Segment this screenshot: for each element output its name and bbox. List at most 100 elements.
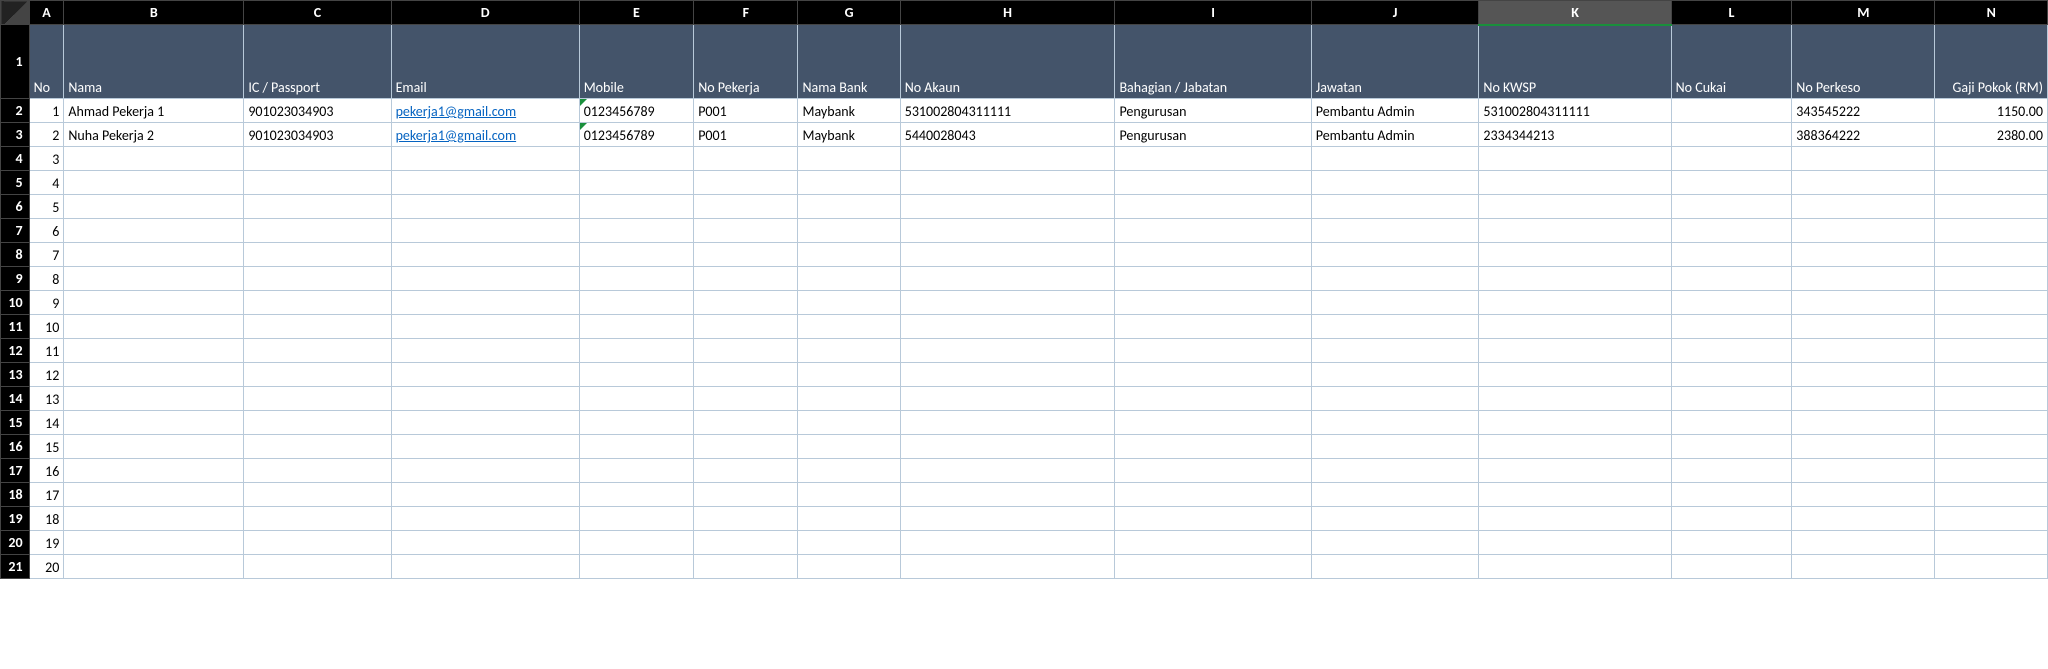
hdr-email[interactable]: Email [391, 25, 579, 99]
cell[interactable] [1115, 267, 1311, 291]
cell-no[interactable]: 14 [29, 411, 64, 435]
cell[interactable] [1479, 267, 1671, 291]
cell[interactable] [1792, 267, 1935, 291]
cell[interactable] [1792, 339, 1935, 363]
cell-no[interactable]: 18 [29, 507, 64, 531]
cell[interactable] [1792, 171, 1935, 195]
cell[interactable] [64, 459, 244, 483]
row-header-15[interactable]: 15 [1, 411, 30, 435]
cell[interactable] [579, 243, 694, 267]
cell[interactable] [1479, 315, 1671, 339]
cell[interactable] [1479, 339, 1671, 363]
cell[interactable] [1479, 219, 1671, 243]
cell[interactable] [1479, 171, 1671, 195]
cell[interactable] [798, 195, 900, 219]
col-header-M[interactable]: M [1792, 1, 1935, 25]
hdr-bank[interactable]: Nama Bank [798, 25, 900, 99]
hdr-ic[interactable]: IC / Passport [244, 25, 391, 99]
cell[interactable] [579, 171, 694, 195]
row-header-3[interactable]: 3 [1, 123, 30, 147]
cell[interactable] [1115, 555, 1311, 579]
row-header-20[interactable]: 20 [1, 531, 30, 555]
cell[interactable] [244, 243, 391, 267]
row-header-4[interactable]: 4 [1, 147, 30, 171]
cell[interactable] [64, 219, 244, 243]
cell[interactable] [1115, 171, 1311, 195]
cell[interactable] [900, 291, 1115, 315]
row-header-5[interactable]: 5 [1, 171, 30, 195]
cell-email[interactable]: pekerja1@gmail.com [391, 123, 579, 147]
cell-mobile[interactable]: 0123456789 [579, 123, 694, 147]
cell[interactable] [1115, 147, 1311, 171]
hdr-jawatan[interactable]: Jawatan [1311, 25, 1479, 99]
cell-nopekerja[interactable]: P001 [694, 123, 798, 147]
cell[interactable] [1671, 363, 1792, 387]
cell[interactable] [798, 363, 900, 387]
row-header-12[interactable]: 12 [1, 339, 30, 363]
cell[interactable] [244, 315, 391, 339]
cell[interactable] [798, 147, 900, 171]
cell[interactable] [1792, 411, 1935, 435]
cell[interactable] [391, 267, 579, 291]
cell-no[interactable]: 6 [29, 219, 64, 243]
cell[interactable] [1935, 339, 2048, 363]
row-header-16[interactable]: 16 [1, 435, 30, 459]
hdr-kwsp[interactable]: No KWSP [1479, 25, 1671, 99]
cell[interactable] [1115, 435, 1311, 459]
cell-bahagian[interactable]: Pengurusan [1115, 99, 1311, 123]
cell[interactable] [798, 555, 900, 579]
cell[interactable] [1671, 243, 1792, 267]
cell[interactable] [694, 243, 798, 267]
cell[interactable] [1311, 267, 1479, 291]
row-header-19[interactable]: 19 [1, 507, 30, 531]
cell[interactable] [1115, 483, 1311, 507]
cell-jawatan[interactable]: Pembantu Admin [1311, 123, 1479, 147]
cell[interactable] [1311, 147, 1479, 171]
row-header-21[interactable]: 21 [1, 555, 30, 579]
col-header-B[interactable]: B [64, 1, 244, 25]
hdr-cukai[interactable]: No Cukai [1671, 25, 1792, 99]
cell-bank[interactable]: Maybank [798, 123, 900, 147]
cell[interactable] [1479, 195, 1671, 219]
cell[interactable] [244, 435, 391, 459]
cell[interactable] [64, 555, 244, 579]
cell[interactable] [1311, 363, 1479, 387]
cell[interactable] [1792, 435, 1935, 459]
cell-cukai[interactable] [1671, 99, 1792, 123]
cell[interactable] [244, 147, 391, 171]
cell[interactable] [1479, 147, 1671, 171]
cell-nama[interactable]: Ahmad Pekerja 1 [64, 99, 244, 123]
cell[interactable] [1115, 195, 1311, 219]
cell[interactable] [1479, 411, 1671, 435]
cell[interactable] [64, 195, 244, 219]
cell[interactable] [1311, 483, 1479, 507]
cell[interactable] [1792, 195, 1935, 219]
cell[interactable] [391, 243, 579, 267]
cell[interactable] [1311, 555, 1479, 579]
cell[interactable] [694, 459, 798, 483]
cell[interactable] [798, 315, 900, 339]
cell-perkeso[interactable]: 388364222 [1792, 123, 1935, 147]
row-header-6[interactable]: 6 [1, 195, 30, 219]
cell-mobile[interactable]: 0123456789 [579, 99, 694, 123]
cell[interactable] [900, 411, 1115, 435]
cell[interactable] [391, 411, 579, 435]
cell[interactable] [1671, 315, 1792, 339]
cell[interactable] [1671, 387, 1792, 411]
cell-no[interactable]: 20 [29, 555, 64, 579]
cell[interactable] [694, 435, 798, 459]
cell[interactable] [1935, 363, 2048, 387]
cell[interactable] [798, 267, 900, 291]
row-header-18[interactable]: 18 [1, 483, 30, 507]
cell[interactable] [694, 195, 798, 219]
col-header-G[interactable]: G [798, 1, 900, 25]
cell[interactable] [391, 339, 579, 363]
cell[interactable] [579, 147, 694, 171]
cell[interactable] [391, 507, 579, 531]
cell[interactable] [1935, 555, 2048, 579]
cell[interactable] [1792, 243, 1935, 267]
cell[interactable] [1479, 435, 1671, 459]
cell[interactable] [1671, 219, 1792, 243]
cell[interactable] [1935, 267, 2048, 291]
cell[interactable] [1671, 411, 1792, 435]
